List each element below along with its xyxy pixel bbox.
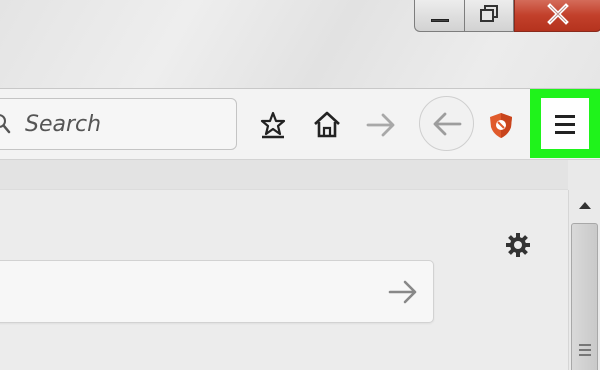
back-button[interactable] [419, 96, 474, 151]
scroll-grip-icon [579, 344, 591, 359]
scrollbar-thumb[interactable] [571, 223, 598, 370]
back-arrow-icon [433, 112, 461, 135]
adblock-button[interactable] [486, 110, 516, 140]
window-controls [414, 0, 600, 32]
vertical-scrollbar[interactable] [568, 190, 600, 370]
close-x-icon [547, 2, 569, 25]
menu-button[interactable] [541, 98, 589, 149]
minimize-button[interactable] [414, 0, 464, 32]
chevron-up-icon [578, 202, 591, 209]
forward-button[interactable] [364, 109, 398, 141]
home-button[interactable] [312, 109, 342, 141]
search-input[interactable] [25, 111, 225, 137]
content-header-strip [0, 160, 568, 190]
bookmarks-button[interactable] [258, 109, 288, 141]
menu-button-highlight[interactable] [530, 89, 600, 158]
adblock-shield-icon [490, 113, 512, 138]
arrow-right-icon [388, 280, 417, 304]
browser-toolbar [0, 88, 600, 160]
magnifier-icon [0, 114, 11, 134]
page-search-box[interactable] [0, 260, 434, 323]
restore-icon [480, 4, 498, 22]
hamburger-menu-icon [555, 114, 575, 134]
window-titlebar [0, 0, 600, 88]
gear-icon [506, 233, 530, 257]
close-window-button[interactable] [514, 0, 600, 32]
search-go-button[interactable] [387, 278, 419, 306]
restore-button[interactable] [464, 0, 514, 32]
forward-arrow-icon [366, 113, 395, 137]
scroll-up-button[interactable] [569, 190, 600, 220]
settings-button[interactable] [503, 230, 533, 260]
page-content [0, 160, 568, 370]
page-search-input[interactable] [11, 277, 351, 307]
minimize-icon [430, 19, 449, 22]
bookmark-star-icon [260, 111, 286, 139]
home-icon [314, 111, 340, 138]
search-bar[interactable] [0, 98, 237, 150]
